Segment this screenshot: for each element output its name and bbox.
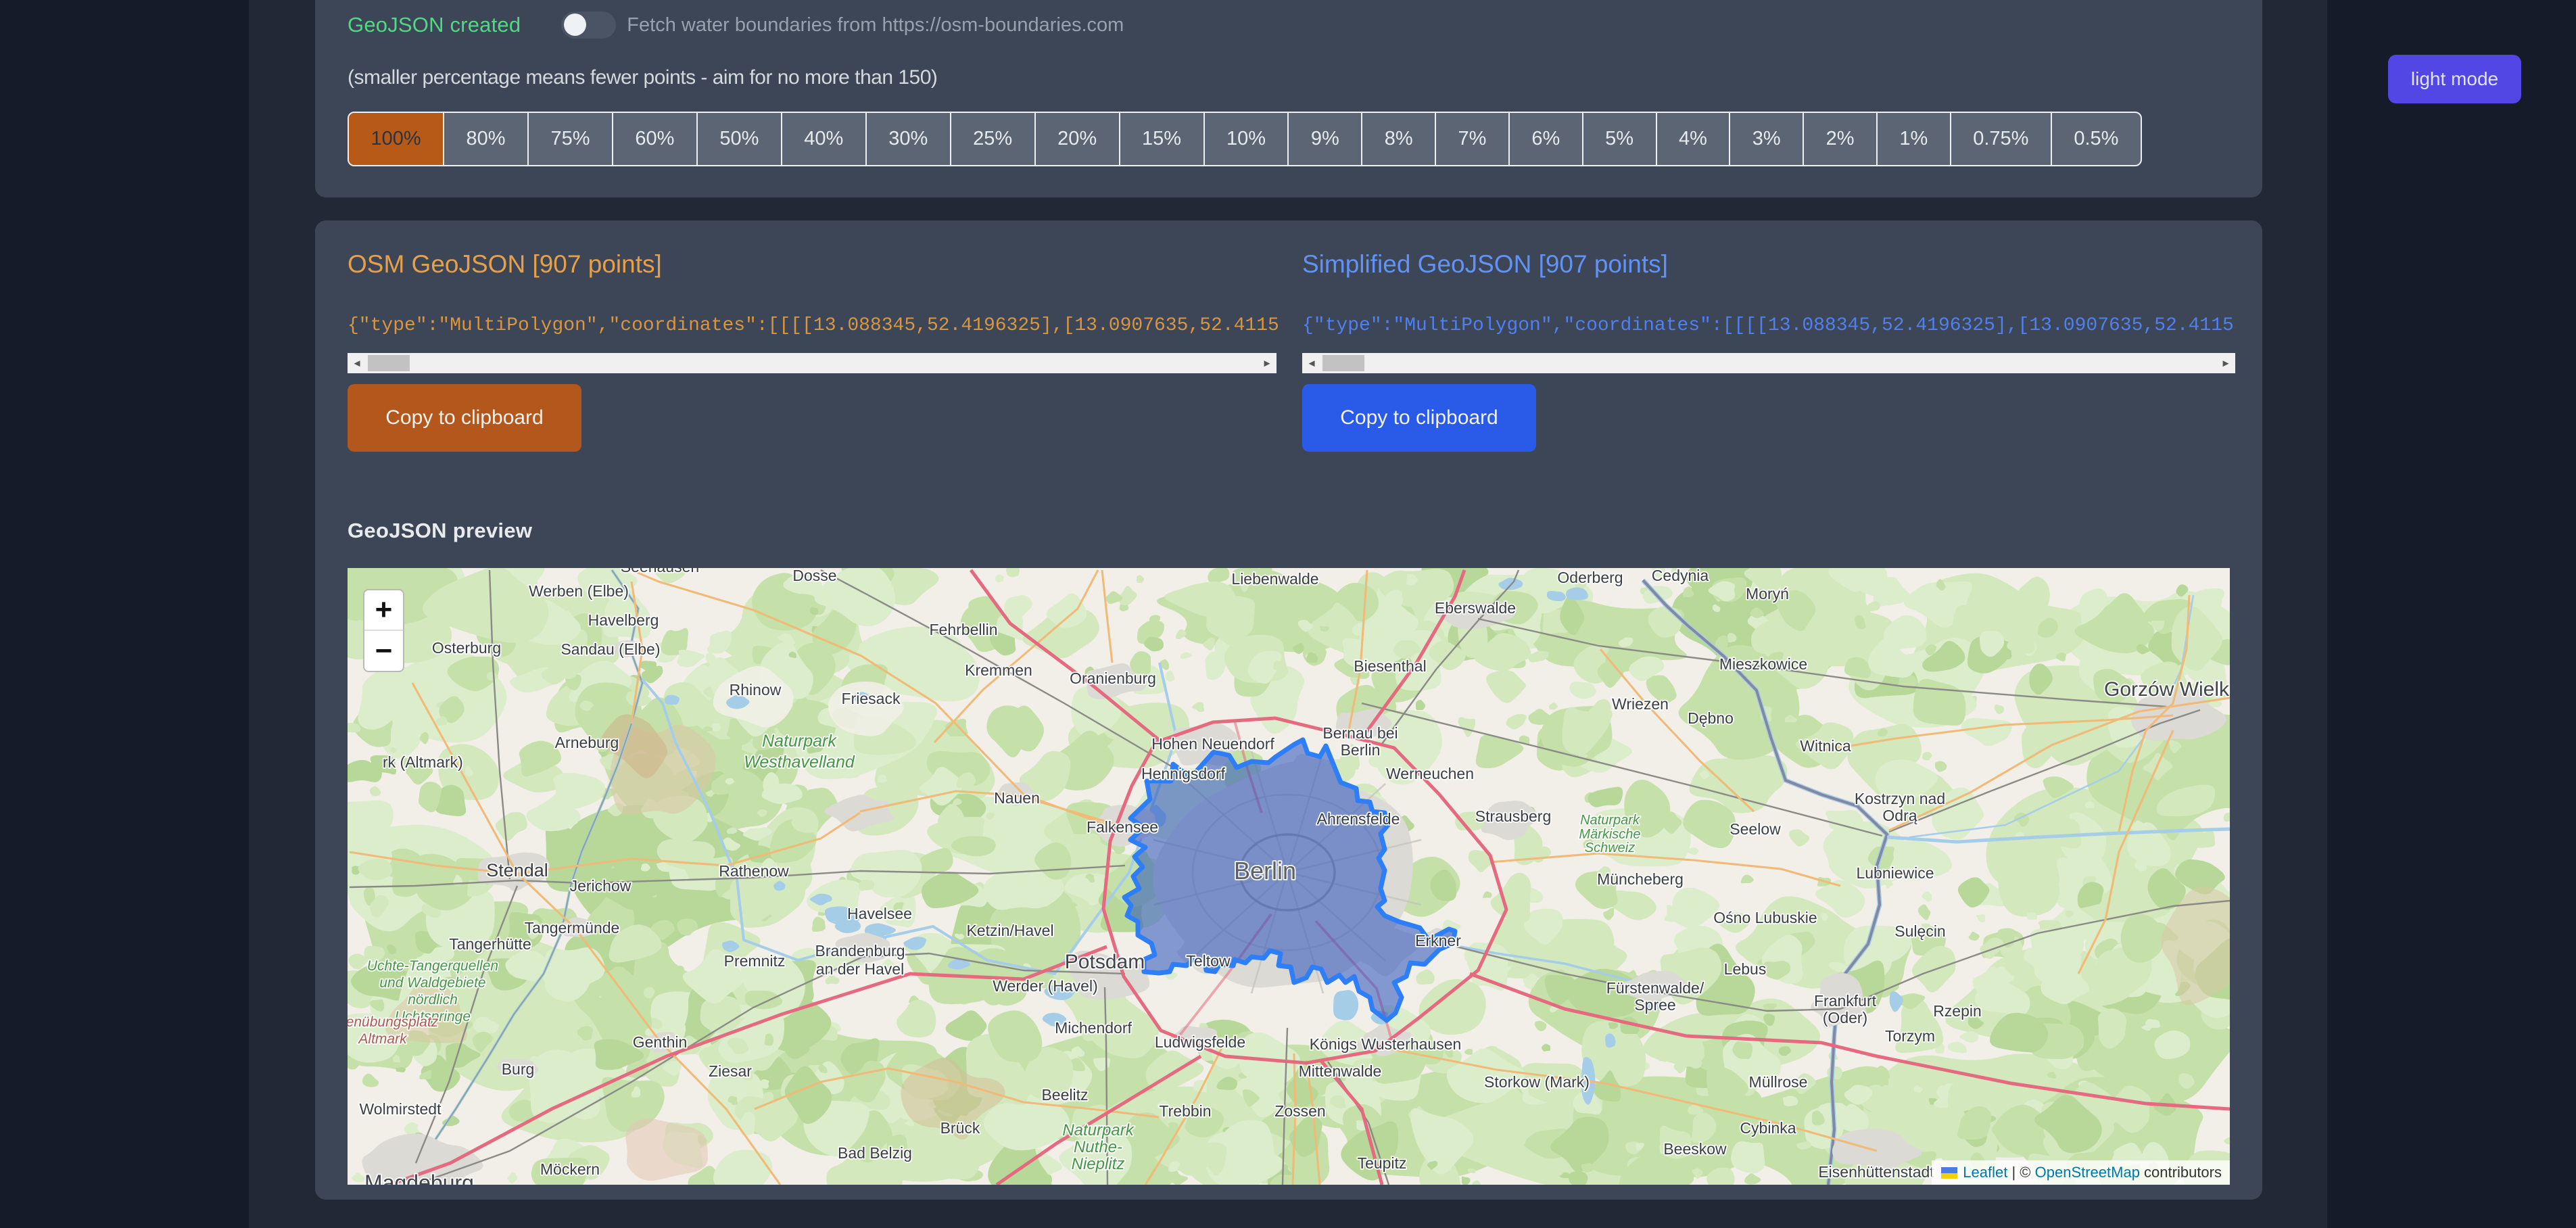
svg-text:Rhinow: Rhinow — [730, 681, 782, 699]
svg-text:Mittenwalde: Mittenwalde — [1299, 1062, 1382, 1080]
svg-text:Dosse: Dosse — [792, 568, 836, 584]
svg-text:Trebbin: Trebbin — [1159, 1102, 1211, 1120]
svg-text:Zossen: Zossen — [1274, 1102, 1325, 1120]
svg-text:Witnica: Witnica — [1800, 737, 1851, 755]
svg-text:Märkische: Märkische — [1579, 827, 1640, 842]
svg-text:Fürstenwalde/: Fürstenwalde/ — [1606, 979, 1704, 997]
svg-text:Lebus: Lebus — [1724, 960, 1767, 978]
svg-text:Sulęcin: Sulęcin — [1894, 922, 1945, 940]
svg-text:Kostrzyn nad: Kostrzyn nad — [1855, 790, 1945, 807]
svg-text:Seelow: Seelow — [1730, 820, 1781, 838]
svg-text:Burg: Burg — [502, 1060, 535, 1078]
svg-text:Havelsee: Havelsee — [847, 905, 912, 922]
svg-text:Potsdam: Potsdam — [1065, 951, 1145, 973]
svg-text:Werder (Havel): Werder (Havel) — [993, 977, 1098, 995]
svg-text:Lubniewice: Lubniewice — [1856, 864, 1934, 882]
svg-text:Müncheberg: Müncheberg — [1597, 870, 1684, 888]
svg-text:Storkow (Mark): Storkow (Mark) — [1484, 1073, 1590, 1091]
svg-text:Tangerhütte: Tangerhütte — [449, 935, 531, 953]
svg-text:Moryń: Moryń — [1746, 585, 1789, 603]
svg-text:Oranienburg: Oranienburg — [1070, 669, 1156, 687]
svg-text:Werben (Elbe): Werben (Elbe) — [529, 582, 629, 600]
svg-text:Königs Wusterhausen: Königs Wusterhausen — [1310, 1035, 1462, 1053]
svg-text:Spree: Spree — [1634, 996, 1675, 1014]
svg-text:Bernau bei: Bernau bei — [1322, 724, 1398, 742]
svg-text:Ketzin/Havel: Ketzin/Havel — [966, 922, 1053, 939]
svg-text:Frankfurt: Frankfurt — [1814, 992, 1877, 1010]
svg-text:Nieplitz: Nieplitz — [1072, 1155, 1125, 1173]
svg-text:Hohen Neuendorf: Hohen Neuendorf — [1151, 735, 1274, 753]
svg-text:Friesack: Friesack — [842, 690, 901, 707]
svg-text:Seehausen: Seehausen — [621, 568, 699, 575]
svg-text:Mieszkowice: Mieszkowice — [1719, 655, 1807, 673]
svg-text:nördlich: nördlich — [408, 992, 458, 1008]
svg-text:Ludwigsfelde: Ludwigsfelde — [1155, 1033, 1245, 1051]
svg-text:enübungsplatz: enübungsplatz — [348, 1014, 439, 1030]
svg-text:Hennigsdorf: Hennigsdorf — [1141, 765, 1226, 782]
svg-text:Liebenwalde: Liebenwalde — [1231, 570, 1318, 588]
svg-text:Müllrose: Müllrose — [1749, 1073, 1808, 1091]
svg-text:Ośno Lubuskie: Ośno Lubuskie — [1713, 909, 1817, 926]
svg-text:Tangermünde: Tangermünde — [525, 919, 620, 937]
svg-text:Naturpark: Naturpark — [1580, 813, 1640, 828]
svg-text:Ahrensfelde: Ahrensfelde — [1317, 810, 1400, 828]
svg-text:Ziesar: Ziesar — [709, 1062, 752, 1080]
svg-text:Erkner: Erkner — [1415, 932, 1461, 949]
svg-text:Schweiz: Schweiz — [1585, 841, 1635, 855]
svg-text:Osterburg: Osterburg — [432, 639, 501, 657]
svg-text:Kremmen: Kremmen — [965, 661, 1032, 679]
svg-text:Torzym: Torzym — [1885, 1027, 1935, 1045]
svg-text:Werneuchen: Werneuchen — [1386, 765, 1474, 782]
svg-text:Rzepin: Rzepin — [1933, 1002, 1982, 1020]
svg-text:Beelitz: Beelitz — [1041, 1086, 1088, 1104]
svg-text:rk (Altmark): rk (Altmark) — [383, 753, 463, 771]
svg-text:Teltow: Teltow — [1186, 952, 1231, 970]
svg-text:Nauen: Nauen — [994, 789, 1040, 807]
svg-text:Rathenow: Rathenow — [719, 862, 789, 880]
svg-text:Fehrbellin: Fehrbellin — [930, 621, 998, 638]
svg-text:Eberswalde: Eberswalde — [1435, 599, 1516, 617]
svg-text:Beeskow: Beeskow — [1663, 1140, 1727, 1158]
svg-text:Wriezen: Wriezen — [1612, 695, 1669, 713]
svg-text:Bad Belzig: Bad Belzig — [838, 1144, 912, 1162]
svg-text:Altmark: Altmark — [357, 1031, 408, 1047]
svg-text:Naturpark: Naturpark — [1062, 1121, 1135, 1139]
svg-text:Uchte-Tangerquellen: Uchte-Tangerquellen — [367, 958, 498, 974]
svg-text:Teupitz: Teupitz — [1358, 1154, 1407, 1172]
svg-text:Cedynia: Cedynia — [1652, 568, 1709, 584]
svg-text:Falkensee: Falkensee — [1087, 818, 1158, 836]
svg-text:Dębno: Dębno — [1688, 709, 1734, 727]
svg-text:Berlin: Berlin — [1234, 857, 1296, 884]
svg-text:Sandau (Elbe): Sandau (Elbe) — [560, 640, 660, 658]
svg-text:und Waldgebiete: und Waldgebiete — [379, 975, 485, 991]
svg-text:Berlin: Berlin — [1341, 741, 1381, 759]
svg-text:Möckern: Möckern — [540, 1160, 600, 1178]
svg-text:Magdeburg: Magdeburg — [364, 1171, 474, 1185]
svg-text:Cybinka: Cybinka — [1740, 1119, 1796, 1137]
svg-text:Premnitz: Premnitz — [724, 952, 786, 970]
svg-text:Wolmirstedt: Wolmirstedt — [360, 1100, 442, 1118]
svg-text:Stendal: Stendal — [486, 860, 548, 880]
svg-text:Gorzów Wielkopolski: Gorzów Wielkopolski — [2104, 678, 2230, 701]
svg-text:Havelberg: Havelberg — [588, 611, 659, 629]
svg-text:Arneburg: Arneburg — [555, 734, 619, 751]
svg-text:Naturpark: Naturpark — [762, 732, 837, 751]
svg-text:Genthin: Genthin — [633, 1033, 688, 1051]
svg-text:Brück: Brück — [940, 1119, 980, 1137]
svg-text:Eisenhüttenstadt: Eisenhüttenstadt — [1818, 1163, 1934, 1181]
svg-text:Westhavelland: Westhavelland — [744, 753, 855, 772]
svg-text:Strausberg: Strausberg — [1475, 807, 1552, 825]
svg-text:Biesenthal: Biesenthal — [1354, 657, 1426, 675]
svg-text:Oderberg: Oderberg — [1557, 569, 1623, 586]
svg-text:Nuthe-: Nuthe- — [1074, 1138, 1122, 1156]
svg-text:an der Havel: an der Havel — [816, 960, 904, 978]
svg-text:Michendorf: Michendorf — [1055, 1019, 1132, 1037]
svg-text:Odrą: Odrą — [1882, 807, 1917, 824]
svg-text:Jerichow: Jerichow — [570, 877, 631, 895]
svg-text:Brandenburg: Brandenburg — [815, 942, 905, 960]
svg-text:(Oder): (Oder) — [1823, 1009, 1867, 1026]
